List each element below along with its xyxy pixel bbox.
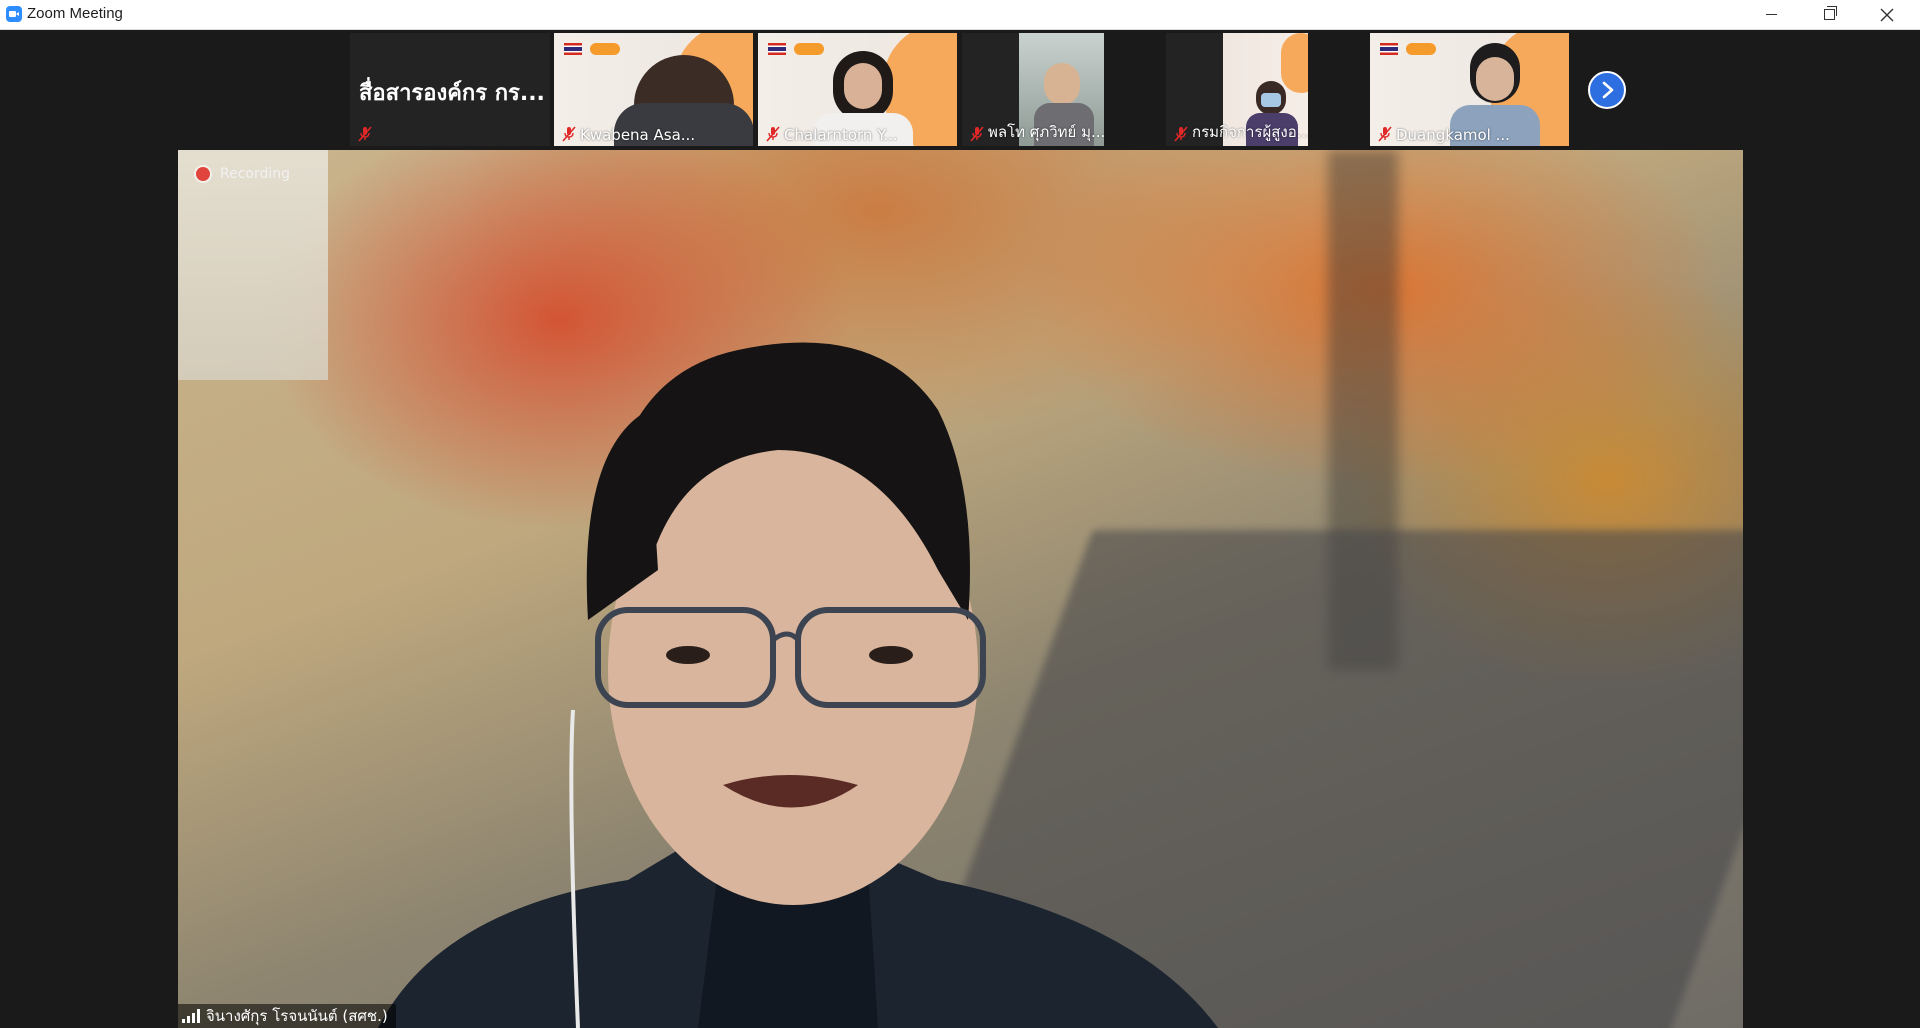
next-page-button[interactable] <box>1588 71 1626 109</box>
muted-mic-icon <box>1174 126 1188 142</box>
participant-tile[interactable]: พลโท ศุภวิทย์ มุ... <box>962 33 1104 146</box>
restore-icon <box>1823 6 1837 20</box>
muted-mic-icon <box>766 126 780 142</box>
participant-tile[interactable]: กรมกิจการผู้สูงอ... <box>1166 33 1308 146</box>
chevron-right-icon <box>1602 81 1614 99</box>
recording-label: Recording <box>220 166 291 182</box>
restore-button[interactable] <box>1800 0 1858 29</box>
participant-strip: สื่อสารองค์กร กร... Kwabena Asa... Chala… <box>0 30 1920 148</box>
window-title: Zoom Meeting <box>27 5 123 22</box>
speaker-name-bar: จินางศักุร โรจนนันต์ (สศช.) <box>178 1004 396 1028</box>
participant-name: Chalarntorn Y... <box>784 126 898 144</box>
connection-signal-icon <box>182 1009 200 1023</box>
participant-name: พลโท ศุภวิทย์ มุ... <box>988 123 1104 141</box>
zoom-app-icon <box>6 6 22 22</box>
participant-name: Kwabena Asa... <box>580 126 696 144</box>
window-titlebar: Zoom Meeting <box>0 0 1920 30</box>
participant-tile[interactable]: สื่อสารองค์กร กร... <box>350 33 550 146</box>
participant-tile[interactable]: Duangkamol ... <box>1370 33 1569 146</box>
speaker-name: จินางศักุร โรจนนันต์ (สศช.) <box>206 1007 388 1025</box>
muted-mic-icon <box>970 126 984 142</box>
muted-mic-icon <box>562 126 576 142</box>
participant-tile[interactable]: Kwabena Asa... <box>554 33 753 146</box>
participant-tile[interactable]: Chalarntorn Y... <box>758 33 957 146</box>
minimize-button[interactable] <box>1742 0 1800 29</box>
active-speaker-video: Recording จินางศักุร โรจนนันต์ (สศช.) <box>178 150 1743 1028</box>
recording-icon <box>196 167 210 181</box>
participant-name: กรมกิจการผู้สูงอ... <box>1192 123 1308 141</box>
recording-indicator[interactable]: Recording <box>196 166 290 182</box>
participant-name: Duangkamol ... <box>1396 126 1510 144</box>
close-button[interactable] <box>1858 0 1916 29</box>
muted-mic-icon <box>358 126 372 142</box>
muted-mic-icon <box>1378 126 1392 142</box>
minimize-icon <box>1765 14 1777 15</box>
speaker-figure <box>378 342 1218 1028</box>
participant-display-name: สื่อสารองค์กร กร... <box>359 81 545 106</box>
close-icon <box>1880 8 1894 21</box>
